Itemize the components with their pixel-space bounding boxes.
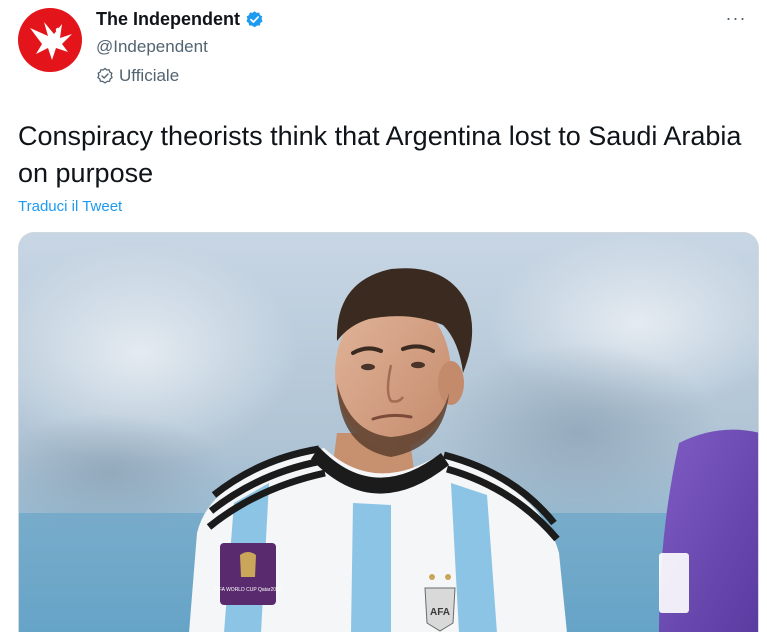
translate-tweet-link[interactable]: Traduci il Tweet (18, 198, 122, 215)
author-name-text: The Independent (96, 9, 240, 29)
player-photo: FIFA WORLD CUP Qatar2022 AFA (19, 233, 758, 632)
author-name[interactable]: The Independent (96, 9, 264, 30)
official-label-text: Ufficiale (119, 66, 180, 85)
tweet: The Independent @Independent Ufficiale ·… (0, 0, 767, 632)
more-options-button[interactable]: ··· (719, 6, 753, 30)
tweet-media-photo[interactable]: FIFA WORLD CUP Qatar2022 AFA (18, 232, 759, 632)
crest-text: AFA (430, 607, 450, 618)
more-options-icon: ··· (725, 8, 747, 28)
tweet-text: Conspiracy theorists think that Argentin… (18, 121, 742, 188)
eagle-logo-icon (30, 22, 72, 60)
author-avatar[interactable] (18, 8, 82, 72)
badge-text: FIFA WORLD CUP Qatar2022 (214, 587, 281, 593)
official-label: Ufficiale (96, 66, 179, 86)
verified-badge-icon (246, 11, 263, 28)
author-handle[interactable]: @Independent (96, 37, 208, 57)
official-badge-icon (97, 67, 113, 84)
